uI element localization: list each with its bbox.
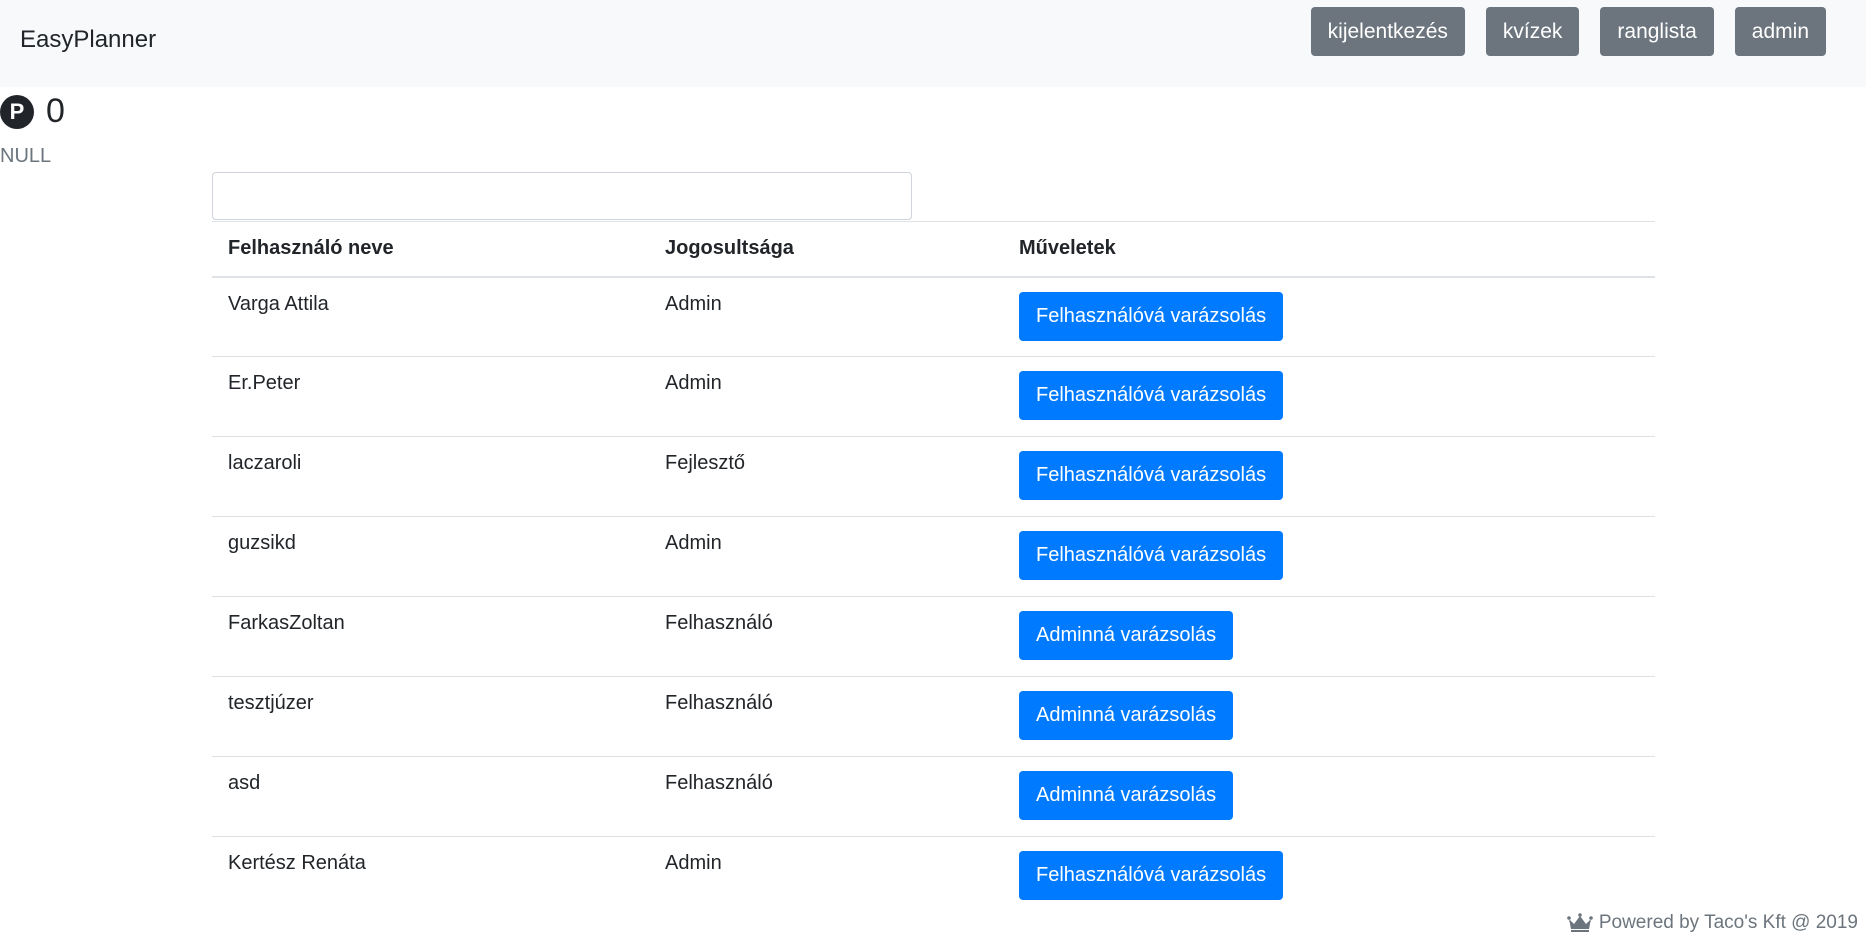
footer: Powered by Taco's Kft @ 2019 bbox=[1567, 912, 1858, 934]
user-role-cell: Admin bbox=[649, 516, 1003, 597]
table-row: guzsikd Admin Felhasználóvá varázsolás bbox=[212, 516, 1655, 597]
user-name-cell: Er.Peter bbox=[212, 356, 649, 437]
header-role: Jogosultsága bbox=[649, 221, 1003, 278]
admin-button[interactable]: admin bbox=[1734, 7, 1826, 56]
points-display: P 0 bbox=[0, 92, 65, 131]
user-name-cell: tesztjúzer bbox=[212, 676, 649, 757]
user-role-cell: Admin bbox=[649, 276, 1003, 357]
search-input[interactable] bbox=[212, 172, 912, 220]
make-user-button[interactable]: Felhasználóvá varázsolás bbox=[1019, 371, 1284, 420]
brand-logo[interactable]: EasyPlanner bbox=[20, 26, 156, 54]
user-role-cell: Felhasználó bbox=[649, 596, 1003, 677]
user-name-cell: laczaroli bbox=[212, 436, 649, 517]
table-row: Varga Attila Admin Felhasználóvá varázsolá… bbox=[212, 276, 1655, 357]
status-text: NULL bbox=[0, 145, 52, 167]
user-action-cell: Felhasználóvá varázsolás bbox=[1003, 836, 1655, 917]
user-role-cell: Felhasználó bbox=[649, 676, 1003, 757]
make-admin-button[interactable]: Adminná varázsolás bbox=[1019, 691, 1234, 740]
user-action-cell: Adminná varázsolás bbox=[1003, 676, 1655, 757]
navbar: EasyPlanner kijelentkezés kvízek ranglis… bbox=[0, 0, 1866, 87]
user-action-cell: Adminná varázsolás bbox=[1003, 756, 1655, 837]
user-role-cell: Admin bbox=[649, 356, 1003, 437]
user-role-cell: Admin bbox=[649, 836, 1003, 917]
user-action-cell: Felhasználóvá varázsolás bbox=[1003, 356, 1655, 437]
make-user-button[interactable]: Felhasználóvá varázsolás bbox=[1019, 851, 1284, 900]
table-row: FarkasZoltan Felhasználó Adminná varázsolá… bbox=[212, 596, 1655, 677]
nav-buttons: kijelentkezés kvízek ranglista admin bbox=[1310, 7, 1826, 56]
table-header-row: Felhasználó neve Jogosultsága Műveletek bbox=[212, 221, 1655, 278]
leaderboard-button[interactable]: ranglista bbox=[1600, 7, 1714, 56]
table-row: Er.Peter Admin Felhasználóvá varázsolás bbox=[212, 356, 1655, 437]
points-value: 0 bbox=[46, 92, 65, 130]
quizzes-button[interactable]: kvízek bbox=[1485, 7, 1580, 56]
make-user-button[interactable]: Felhasználóvá varázsolás bbox=[1019, 451, 1284, 500]
user-action-cell: Adminná varázsolás bbox=[1003, 596, 1655, 677]
table-row: asd Felhasználó Adminná varázsolás bbox=[212, 756, 1655, 837]
table-row: Kertész Renáta Admin Felhasználóvá varázso… bbox=[212, 836, 1655, 917]
make-user-button[interactable]: Felhasználóvá varázsolás bbox=[1019, 531, 1284, 580]
user-name-cell: Varga Attila bbox=[212, 276, 649, 357]
crown-icon bbox=[1567, 913, 1593, 932]
user-action-cell: Felhasználóvá varázsolás bbox=[1003, 436, 1655, 517]
users-table: Felhasználó neve Jogosultsága Műveletek … bbox=[212, 221, 1655, 917]
user-name-cell: FarkasZoltan bbox=[212, 596, 649, 677]
make-admin-button[interactable]: Adminná varázsolás bbox=[1019, 771, 1234, 820]
user-role-cell: Felhasználó bbox=[649, 756, 1003, 837]
user-name-cell: guzsikd bbox=[212, 516, 649, 597]
make-admin-button[interactable]: Adminná varázsolás bbox=[1019, 611, 1234, 660]
header-username: Felhasználó neve bbox=[212, 221, 649, 278]
points-icon: P bbox=[0, 94, 34, 129]
user-name-cell: Kertész Renáta bbox=[212, 836, 649, 917]
user-action-cell: Felhasználóvá varázsolás bbox=[1003, 516, 1655, 597]
table-row: laczaroli Fejlesztő Felhasználóvá varázsol… bbox=[212, 436, 1655, 517]
table-row: tesztjúzer Felhasználó Adminná varázsolás bbox=[212, 676, 1655, 757]
user-role-cell: Fejlesztő bbox=[649, 436, 1003, 517]
user-action-cell: Felhasználóvá varázsolás bbox=[1003, 276, 1655, 357]
logout-button[interactable]: kijelentkezés bbox=[1310, 7, 1465, 56]
header-actions: Műveletek bbox=[1003, 221, 1655, 278]
user-name-cell: asd bbox=[212, 756, 649, 837]
make-user-button[interactable]: Felhasználóvá varázsolás bbox=[1019, 291, 1284, 341]
footer-text: Powered by Taco's Kft @ 2019 bbox=[1598, 912, 1858, 933]
